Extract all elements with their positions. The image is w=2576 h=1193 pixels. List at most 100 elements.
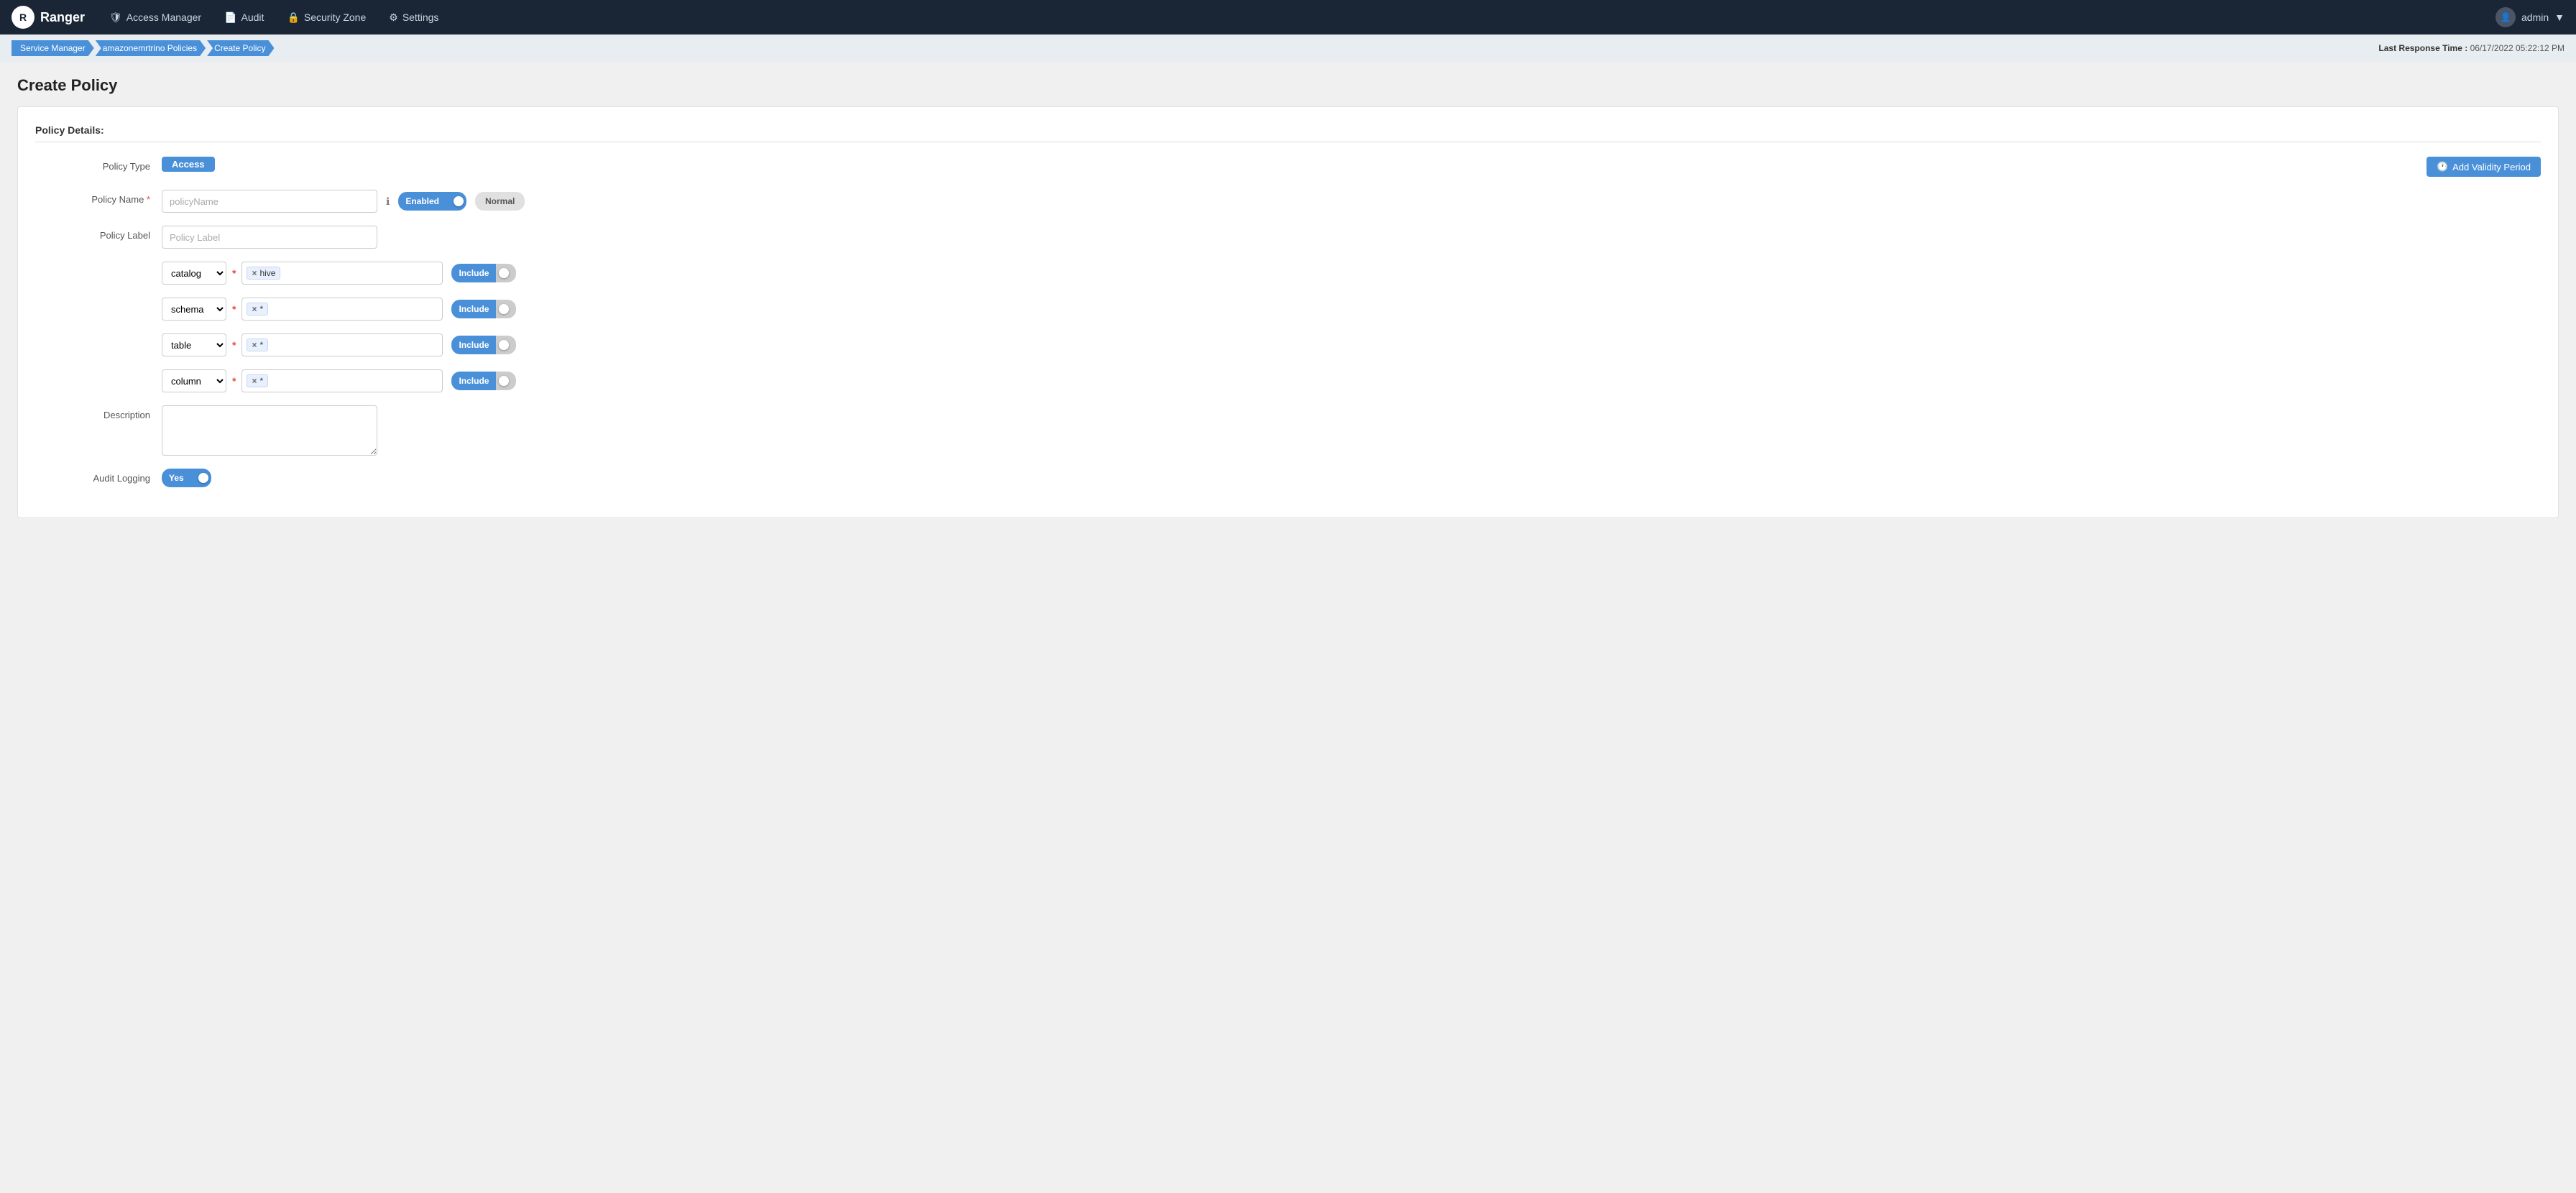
schema-include-switch-knob (499, 304, 509, 314)
catalog-tag-hive: × hive (247, 267, 280, 280)
table-tag-input[interactable]: × * (242, 333, 443, 356)
policy-label-label: Policy Label (35, 226, 150, 241)
enabled-switch-track[interactable] (446, 192, 466, 211)
breadcrumb-service-manager[interactable]: Service Manager (12, 40, 94, 56)
column-include-badge: Include (451, 372, 496, 390)
table-tag-remove[interactable]: × (252, 340, 257, 350)
schema-resource-row-inner: schema * × * (162, 298, 443, 321)
page-content: Create Policy Policy Details: Policy Typ… (0, 62, 2576, 1193)
schema-tag-input[interactable]: × * (242, 298, 443, 321)
description-textarea[interactable] (162, 405, 377, 456)
policy-type-label: Policy Type (35, 157, 150, 172)
nav-access-manager-label: Access Manager (126, 11, 201, 23)
add-validity-period-label: Add Validity Period (2452, 162, 2531, 172)
table-include-switch-track[interactable] (496, 336, 516, 354)
table-tag-wildcard: × * (247, 338, 268, 351)
column-resource-row-inner: column * × * (162, 369, 443, 392)
column-tag-wildcard: × * (247, 374, 268, 387)
normal-badge[interactable]: Normal (475, 192, 525, 211)
description-label: Description (35, 405, 150, 420)
schema-label (35, 298, 150, 302)
settings-icon: ⚙ (389, 11, 398, 24)
nav-audit[interactable]: 📄 Audit (214, 7, 274, 28)
table-required-star: * (232, 339, 236, 351)
audit-icon: 📄 (224, 11, 236, 24)
catalog-include-switch-track[interactable] (496, 264, 516, 282)
policy-label-input[interactable] (162, 226, 377, 249)
table-label (35, 333, 150, 338)
brand-logo-text: R (19, 11, 27, 23)
catalog-resource-row: catalog * × hive Include (35, 262, 2541, 285)
catalog-controls: catalog * × hive Include (162, 262, 2541, 285)
column-include-toggle[interactable]: Include (451, 372, 516, 390)
nav-settings[interactable]: ⚙ Settings (379, 7, 448, 28)
column-controls: column * × * Include (162, 369, 2541, 392)
audit-logging-controls: Yes (162, 469, 2541, 487)
policy-name-label: Policy Name * (35, 190, 150, 205)
column-tag-remove[interactable]: × (252, 376, 257, 386)
policy-name-required-indicator: * (147, 194, 150, 205)
nav-settings-label: Settings (402, 11, 439, 23)
column-select[interactable]: column (162, 369, 226, 392)
column-include-switch-track[interactable] (496, 372, 516, 390)
schema-include-toggle[interactable]: Include (451, 300, 516, 318)
catalog-label (35, 262, 150, 266)
policy-type-row: Policy Type Access 🕐 Add Validity Period (35, 157, 2541, 177)
table-select[interactable]: table (162, 333, 226, 356)
last-response-time: Last Response Time : 06/17/2022 05:22:12… (2378, 43, 2564, 53)
brand-name: Ranger (40, 10, 85, 25)
add-validity-period-button[interactable]: 🕐 Add Validity Period (2426, 157, 2541, 177)
audit-logging-row: Audit Logging Yes (35, 469, 2541, 487)
nav-security-zone[interactable]: 🔒 Security Zone (277, 7, 376, 28)
brand-logo-link[interactable]: R Ranger (12, 6, 85, 29)
enabled-toggle[interactable]: Enabled (398, 192, 466, 211)
table-include-switch-knob (499, 340, 509, 350)
catalog-select[interactable]: catalog (162, 262, 226, 285)
table-resource-row: table * × * Include (35, 333, 2541, 356)
column-include-switch-knob (499, 376, 509, 386)
audit-logging-yes-toggle[interactable]: Yes (162, 469, 211, 487)
table-resource-row-inner: table * × * (162, 333, 443, 356)
policy-label-controls (162, 226, 2541, 249)
catalog-tag-input[interactable]: × hive (242, 262, 443, 285)
yes-switch-track[interactable] (191, 469, 211, 487)
breadcrumb-amazonemrtrino-policies[interactable]: amazonemrtrino Policies (96, 40, 206, 56)
schema-controls: schema * × * Include (162, 298, 2541, 321)
clock-icon: 🕐 (2437, 161, 2448, 172)
catalog-tag-value: hive (259, 268, 275, 278)
description-controls (162, 405, 2541, 456)
last-response-label: Last Response Time : (2378, 43, 2467, 53)
policy-name-row: Policy Name * ℹ Enabled Normal (35, 190, 2541, 213)
policy-name-info-icon[interactable]: ℹ (386, 195, 390, 208)
table-include-badge: Include (451, 336, 496, 354)
schema-resource-row: schema * × * Include (35, 298, 2541, 321)
audit-logging-label: Audit Logging (35, 469, 150, 484)
brand-logo: R (12, 6, 34, 29)
nav-security-zone-label: Security Zone (304, 11, 366, 23)
nav-access-manager[interactable]: 🛡 Access Manager (99, 7, 211, 28)
catalog-include-toggle[interactable]: Include (451, 264, 516, 282)
navbar: R Ranger 🛡 Access Manager 📄 Audit 🔒 Secu… (0, 0, 2576, 34)
schema-tag-wildcard: × * (247, 303, 268, 315)
schema-select[interactable]: schema (162, 298, 226, 321)
policy-name-input[interactable] (162, 190, 377, 213)
policy-details-section-title: Policy Details: (35, 124, 2541, 142)
page-title: Create Policy (17, 76, 2559, 95)
column-resource-row: column * × * Include (35, 369, 2541, 392)
schema-required-star: * (232, 303, 236, 315)
schema-tag-remove[interactable]: × (252, 304, 257, 314)
table-include-toggle[interactable]: Include (451, 336, 516, 354)
catalog-include-badge: Include (451, 264, 496, 282)
nav-audit-label: Audit (242, 11, 264, 23)
column-tag-value: * (259, 376, 263, 386)
breadcrumb-create-policy[interactable]: Create Policy (207, 40, 274, 56)
admin-menu[interactable]: 👤 admin ▼ (2496, 7, 2564, 27)
column-label (35, 369, 150, 374)
schema-include-switch-track[interactable] (496, 300, 516, 318)
catalog-tag-remove[interactable]: × (252, 268, 257, 278)
column-tag-input[interactable]: × * (242, 369, 443, 392)
enabled-switch-knob (454, 196, 464, 206)
last-response-value: 06/17/2022 05:22:12 PM (2470, 43, 2564, 53)
breadcrumb: Service Manager amazonemrtrino Policies … (12, 40, 275, 56)
policy-name-controls: ℹ Enabled Normal (162, 190, 2541, 213)
